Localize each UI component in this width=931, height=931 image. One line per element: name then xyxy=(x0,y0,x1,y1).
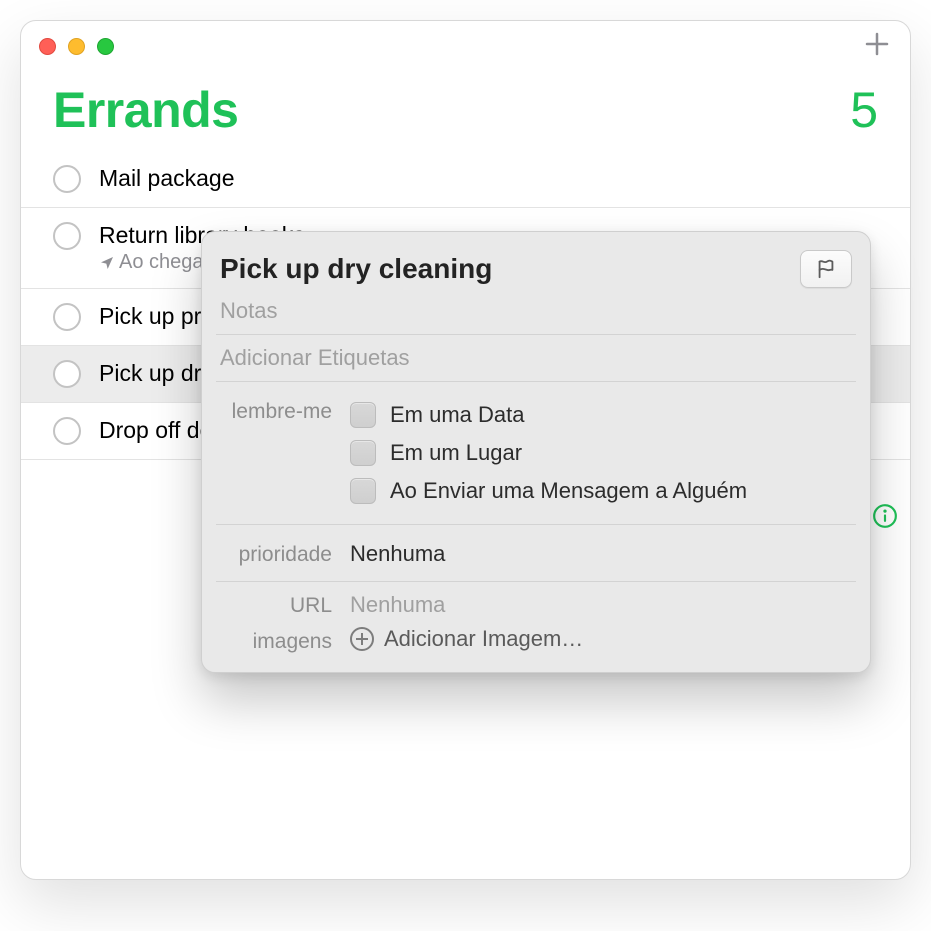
divider xyxy=(216,524,856,525)
notes-field[interactable]: Notas xyxy=(202,292,870,330)
remind-row: lembre-me Em uma Data Em um Lugar Ao Env… xyxy=(202,386,870,520)
add-reminder-button[interactable] xyxy=(862,29,892,64)
info-button[interactable] xyxy=(870,501,900,531)
popover-title[interactable]: Pick up dry cleaning xyxy=(220,253,492,285)
minimize-window-button[interactable] xyxy=(68,38,85,55)
close-window-button[interactable] xyxy=(39,38,56,55)
priority-row[interactable]: prioridade Nenhuma xyxy=(202,529,870,577)
complete-toggle[interactable] xyxy=(53,303,81,331)
item-title: Mail package xyxy=(99,165,878,192)
complete-toggle[interactable] xyxy=(53,165,81,193)
list-title: Errands xyxy=(53,81,238,139)
priority-label: prioridade xyxy=(220,539,350,567)
list-count: 5 xyxy=(850,81,878,139)
checkbox[interactable] xyxy=(350,402,376,428)
flag-button[interactable] xyxy=(800,250,852,288)
remind-option-messaging[interactable]: Ao Enviar uma Mensagem a Alguém xyxy=(350,472,852,510)
plus-circle-icon xyxy=(350,627,374,651)
list-item[interactable]: Mail package xyxy=(21,151,910,208)
complete-toggle[interactable] xyxy=(53,417,81,445)
images-row[interactable]: imagens Adicionar Imagem… xyxy=(202,622,870,658)
complete-toggle[interactable] xyxy=(53,360,81,388)
list-header: Errands 5 xyxy=(21,71,910,147)
url-value: Nenhuma xyxy=(350,590,852,618)
reminders-window: Errands 5 Mail package Return library bo… xyxy=(20,20,911,880)
divider xyxy=(216,381,856,382)
titlebar xyxy=(21,21,910,71)
zoom-window-button[interactable] xyxy=(97,38,114,55)
url-row[interactable]: URL Nenhuma xyxy=(202,586,870,622)
images-label: imagens xyxy=(220,626,350,654)
remind-option-location[interactable]: Em um Lugar xyxy=(350,434,852,472)
priority-value: Nenhuma xyxy=(350,539,852,567)
remind-option-date[interactable]: Em uma Data xyxy=(350,396,852,434)
add-image-button[interactable]: Adicionar Imagem… xyxy=(350,626,852,652)
complete-toggle[interactable] xyxy=(53,222,81,250)
detail-popover: Pick up dry cleaning Notas Adicionar Eti… xyxy=(201,231,871,673)
tags-field[interactable]: Adicionar Etiquetas xyxy=(202,339,870,377)
location-icon xyxy=(99,255,115,271)
divider xyxy=(216,334,856,335)
checkbox[interactable] xyxy=(350,440,376,466)
remind-label: lembre-me xyxy=(220,396,350,424)
window-controls xyxy=(39,38,114,55)
divider xyxy=(216,581,856,582)
url-label: URL xyxy=(220,590,350,618)
checkbox[interactable] xyxy=(350,478,376,504)
